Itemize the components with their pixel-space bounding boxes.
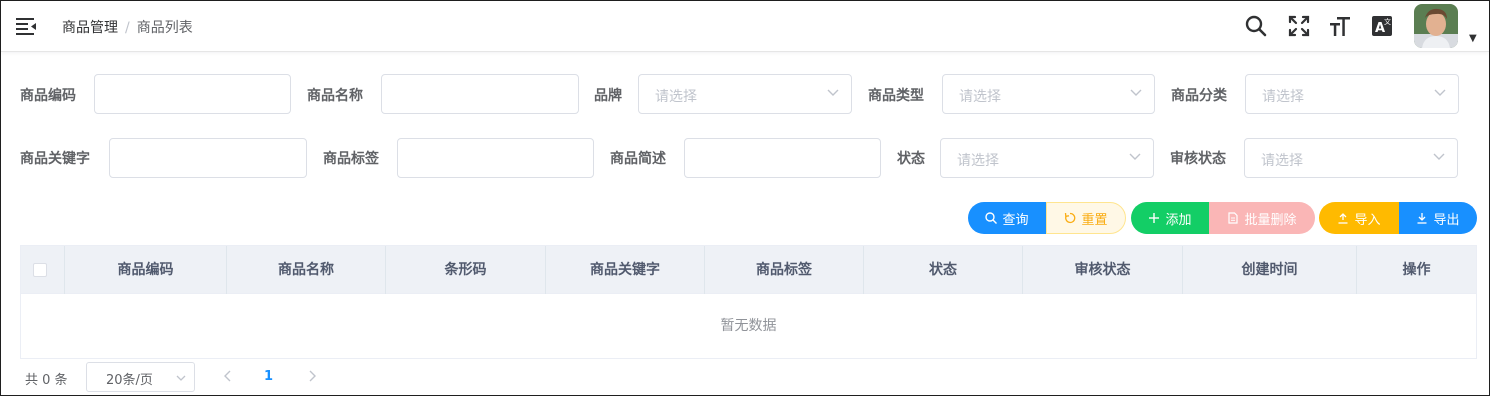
font-size-icon[interactable] — [1329, 15, 1351, 37]
refresh-icon — [1065, 212, 1076, 224]
brand-select-placeholder: 请选择 — [655, 89, 697, 105]
export-button[interactable]: 导出 — [1399, 202, 1477, 234]
goods-keyword-input[interactable] — [109, 138, 307, 178]
export-button-label: 导出 — [1433, 212, 1460, 228]
chevron-down-icon — [827, 89, 839, 96]
goods-name-input[interactable] — [381, 74, 579, 114]
query-button-label: 查询 — [1002, 212, 1029, 228]
breadcrumb-item-goods-manage[interactable]: 商品管理 — [62, 20, 118, 36]
language-icon[interactable]: A 文 — [1371, 15, 1393, 37]
goods-code-input[interactable] — [94, 74, 291, 114]
goods-code-label: 商品编码 — [20, 88, 76, 104]
goods-name-label: 商品名称 — [307, 88, 363, 104]
batch-delete-button[interactable]: 批量删除 — [1209, 202, 1315, 234]
page-number-current[interactable]: 1 — [264, 369, 273, 384]
batch-delete-button-label: 批量删除 — [1244, 212, 1297, 228]
column-header[interactable]: 商品关键字 — [546, 246, 705, 294]
column-header[interactable]: 商品编码 — [65, 246, 227, 294]
goods-type-select-placeholder: 请选择 — [959, 89, 1001, 105]
goods-table: 商品编码 商品名称 条形码 商品关键字 商品标签 状态 审核状态 创建时间 操作… — [20, 245, 1477, 359]
brand-select[interactable]: 请选择 — [638, 74, 852, 114]
reset-button[interactable]: 重置 — [1046, 202, 1126, 234]
reset-button-label: 重置 — [1081, 212, 1108, 228]
query-button[interactable]: 查询 — [968, 202, 1046, 234]
goods-type-label: 商品类型 — [868, 88, 924, 104]
document-icon — [1228, 212, 1239, 224]
goods-category-label: 商品分类 — [1171, 88, 1227, 104]
column-header[interactable]: 状态 — [864, 246, 1023, 294]
goods-category-select-placeholder: 请选择 — [1262, 89, 1304, 105]
table-header: 商品编码 商品名称 条形码 商品关键字 商品标签 状态 审核状态 创建时间 操作 — [21, 246, 1476, 294]
next-page-icon[interactable] — [307, 370, 317, 382]
import-button-label: 导入 — [1354, 212, 1381, 228]
prev-page-icon[interactable] — [223, 370, 233, 382]
chevron-down-icon — [1130, 89, 1142, 96]
add-button-label: 添加 — [1165, 212, 1192, 228]
brand-label: 品牌 — [594, 88, 622, 104]
select-all-checkbox[interactable] — [33, 263, 47, 277]
user-avatar[interactable] — [1414, 4, 1458, 48]
chevron-down-icon — [1129, 153, 1141, 160]
select-all-column — [21, 246, 65, 294]
status-select-placeholder: 请选择 — [957, 153, 999, 169]
download-icon — [1417, 213, 1427, 224]
column-header[interactable]: 操作 — [1357, 246, 1476, 294]
goods-brief-input[interactable] — [684, 138, 881, 178]
add-button[interactable]: 添加 — [1131, 202, 1209, 234]
goods-tag-label: 商品标签 — [323, 151, 379, 167]
goods-type-select[interactable]: 请选择 — [942, 74, 1155, 114]
column-header[interactable]: 审核状态 — [1023, 246, 1183, 294]
status-label: 状态 — [897, 151, 925, 167]
column-header[interactable]: 商品标签 — [705, 246, 864, 294]
breadcrumb-separator: / — [125, 20, 130, 36]
chevron-down-icon — [176, 375, 186, 381]
goods-brief-label: 商品简述 — [610, 151, 666, 167]
chevron-down-icon — [1433, 153, 1445, 160]
menu-toggle-icon[interactable] — [16, 17, 36, 35]
search-icon — [985, 212, 998, 224]
status-select[interactable]: 请选择 — [940, 138, 1154, 178]
goods-keyword-label: 商品关键字 — [20, 151, 90, 167]
page-size-value: 20条/页 — [106, 373, 153, 388]
chevron-down-icon — [1434, 89, 1446, 96]
pagination-total: 共 0 条 — [25, 373, 68, 388]
search-icon[interactable] — [1245, 15, 1267, 37]
fullscreen-icon[interactable] — [1288, 15, 1310, 37]
top-navbar: 商品管理 / 商品列表 A 文 ▼ — [1, 1, 1489, 52]
column-header[interactable]: 条形码 — [386, 246, 546, 294]
import-button[interactable]: 导入 — [1319, 202, 1399, 234]
breadcrumb-item-goods-list: 商品列表 — [136, 20, 193, 36]
plus-icon — [1149, 213, 1160, 223]
audit-status-select-placeholder: 请选择 — [1261, 153, 1303, 169]
goods-tag-input[interactable] — [397, 138, 594, 178]
svg-text:文: 文 — [1384, 17, 1391, 26]
page-size-select[interactable]: 20条/页 — [86, 362, 195, 392]
column-header[interactable]: 商品名称 — [227, 246, 386, 294]
breadcrumb: 商品管理 / 商品列表 — [62, 17, 193, 37]
upload-icon — [1338, 213, 1348, 224]
audit-status-label: 审核状态 — [1170, 151, 1226, 167]
audit-status-select[interactable]: 请选择 — [1244, 138, 1458, 178]
goods-category-select[interactable]: 请选择 — [1245, 74, 1459, 114]
column-header[interactable]: 创建时间 — [1183, 246, 1357, 294]
user-menu-caret-icon[interactable]: ▼ — [1469, 33, 1477, 44]
table-empty-text: 暂无数据 — [720, 318, 777, 334]
